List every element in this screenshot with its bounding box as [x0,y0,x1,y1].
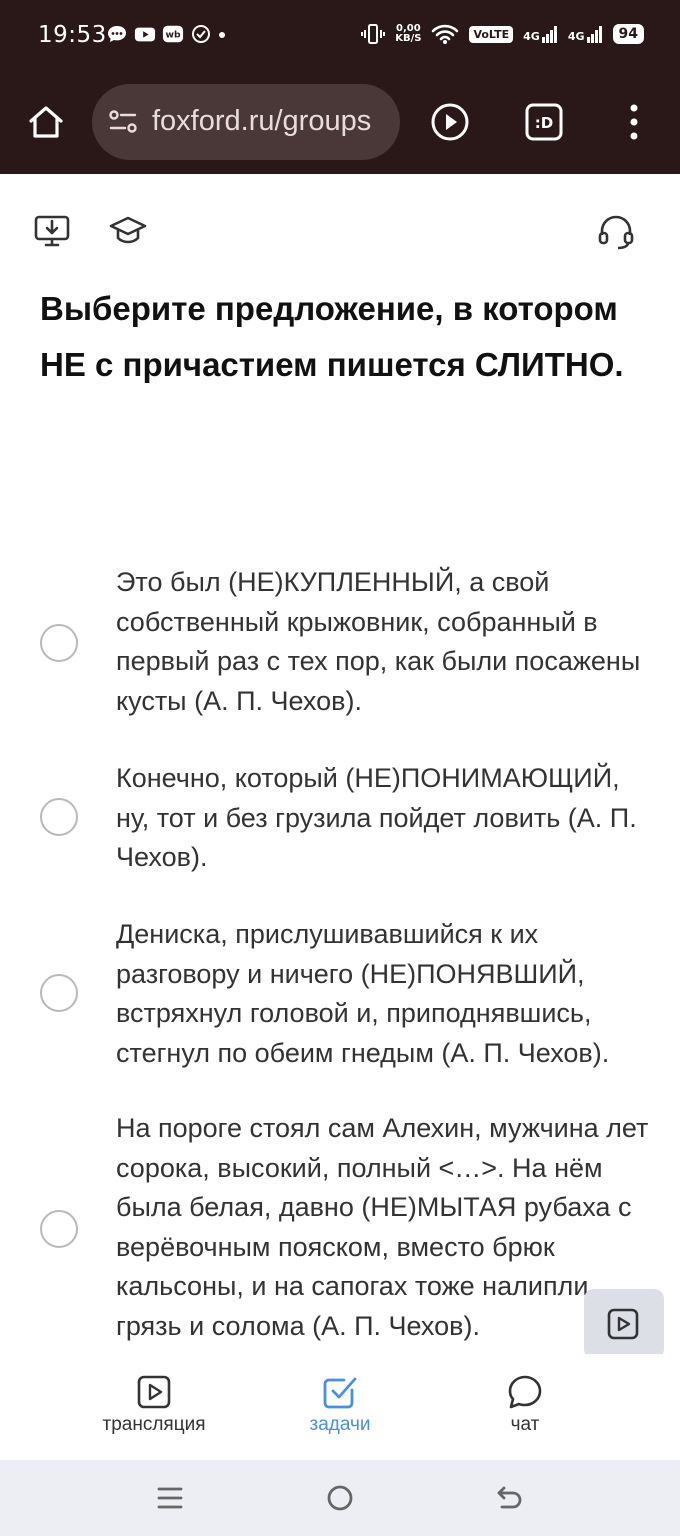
wifi-icon [432,24,459,44]
answer-option[interactable]: Это был (НЕ)КУПЛЕННЫЙ, а свой собственны… [0,563,680,723]
tab-label: чат [510,1414,540,1435]
radio-button[interactable] [40,974,78,1012]
more-menu-icon[interactable] [622,102,646,142]
home-icon[interactable] [24,100,68,144]
option-text[interactable]: Это был (НЕ)КУПЛЕННЫЙ, а свой собственны… [116,563,656,721]
recent-apps-icon[interactable] [154,1482,186,1514]
system-nav-bar [0,1460,680,1536]
svg-text::D: :D [535,114,553,132]
tab-label: задачи [309,1414,371,1435]
svg-text:wb: wb [165,30,180,41]
download-monitor-icon[interactable] [32,211,72,251]
signal-bars-icon [541,26,557,43]
bottom-tab-bar: трансляция задачи чат [0,1354,680,1460]
check-square-icon [323,1377,357,1409]
answer-option[interactable]: Конечно, который (НЕ)ПОНИМАЮЩИЙ, ну, тот… [0,759,680,879]
battery-indicator: 94 [612,24,644,44]
site-settings-icon[interactable] [108,108,138,136]
graduation-cap-icon[interactable] [108,211,148,251]
sim1-label: 4G [523,30,540,43]
net-speed: 0,00 KB/S [395,24,421,44]
back-icon[interactable] [494,1482,526,1514]
support-headset-icon[interactable] [596,211,636,251]
status-bar: 19:53 wb 0,00 KB/S VoLTE 4G 4G 94 [0,0,680,76]
play-circle-icon[interactable] [428,100,472,144]
vibrate-icon [361,24,386,44]
youtube-icon [134,27,156,42]
chat-bubble-icon [508,1375,542,1409]
tab-switcher-icon[interactable]: :D [522,100,566,144]
option-text[interactable]: Дениска, прислушивавшийся к их разговору… [116,915,656,1073]
home-circle-icon[interactable] [324,1482,356,1514]
app-header [0,175,680,287]
video-toggle-button[interactable] [584,1289,664,1354]
browser-toolbar: foxford.ru/groups :D [0,76,680,174]
signal-sim2: 4G [568,25,603,43]
radio-button[interactable] [40,624,78,662]
volte-badge: VoLTE [469,25,514,43]
wildberries-icon: wb [162,25,184,43]
sim2-label: 4G [567,30,585,43]
status-time: 19:53 [38,22,107,48]
question-text: Выберите предложение, в котором НЕ с при… [40,290,624,383]
url-text[interactable]: foxford.ru/groups [152,105,371,138]
answer-option[interactable]: Дениска, прислушивавшийся к их разговору… [0,915,680,1075]
tab-tasks[interactable]: задачи [240,1354,440,1460]
system-icons: 0,00 KB/S VoLTE 4G 4G 94 [361,22,644,46]
address-bar[interactable]: foxford.ru/groups [92,84,400,160]
radio-button[interactable] [40,798,78,836]
chat-notification-icon [108,26,126,42]
tab-label: трансляция [102,1414,206,1435]
tab-broadcast[interactable]: трансляция [54,1354,254,1460]
option-text[interactable]: Конечно, который (НЕ)ПОНИМАЮЩИЙ, ну, тот… [116,759,656,878]
radio-button[interactable] [40,1210,78,1248]
signal-bars-icon [586,26,602,43]
task-content: Выберите предложение, в котором НЕ с при… [0,287,680,1354]
check-circle-icon [192,25,210,43]
dot-icon [219,32,225,38]
net-speed-unit: KB/S [395,33,422,44]
play-square-icon [607,1308,639,1340]
notification-icons: wb [106,24,226,44]
tab-chat[interactable]: чат [425,1354,625,1460]
play-square-icon [137,1375,171,1409]
answer-option[interactable]: На пороге стоял сам Алехин, мужчина лет … [0,1109,680,1354]
signal-sim1: 4G [523,25,558,43]
option-text[interactable]: На пороге стоял сам Алехин, мужчина лет … [116,1109,656,1346]
